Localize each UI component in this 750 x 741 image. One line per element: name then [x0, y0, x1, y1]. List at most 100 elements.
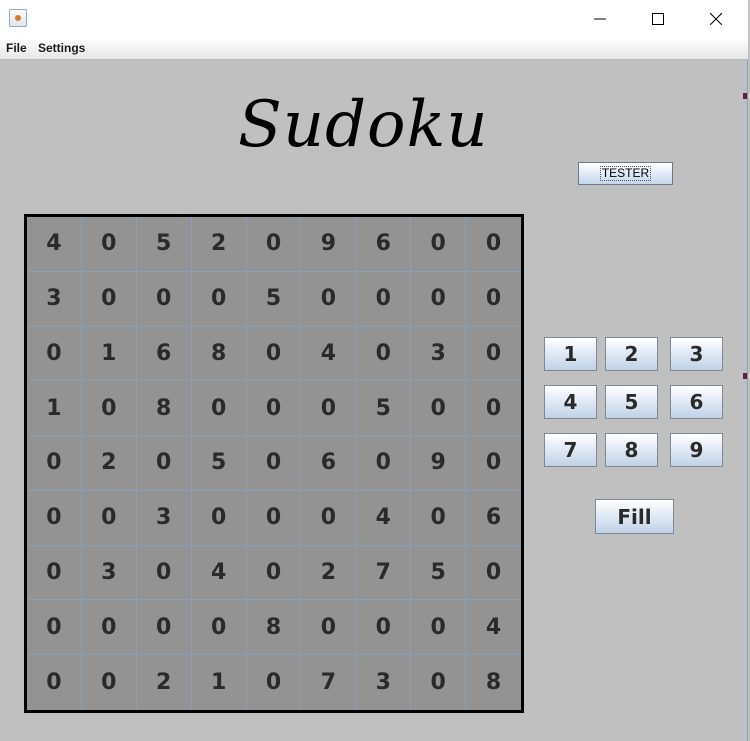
- board-cell[interactable]: 4: [466, 600, 521, 656]
- board-cell[interactable]: 0: [411, 655, 467, 710]
- board-cell[interactable]: 0: [246, 217, 302, 272]
- board-cell[interactable]: 0: [81, 381, 137, 437]
- board-cell[interactable]: 0: [81, 490, 137, 546]
- board-cell[interactable]: 6: [466, 491, 521, 546]
- board-cell[interactable]: 0: [191, 381, 247, 437]
- board-cell[interactable]: 4: [27, 217, 82, 272]
- board-cell[interactable]: 5: [191, 436, 247, 491]
- board-cell[interactable]: 4: [301, 326, 357, 382]
- board-cell[interactable]: 0: [411, 600, 467, 656]
- board-cell[interactable]: 0: [301, 490, 357, 546]
- board-cell[interactable]: 0: [27, 655, 82, 710]
- board-cell[interactable]: 0: [466, 217, 521, 272]
- board-cell[interactable]: 0: [246, 326, 302, 382]
- maximize-button[interactable]: [629, 0, 687, 38]
- number-button[interactable]: 4: [544, 385, 597, 419]
- board-cell[interactable]: 1: [27, 381, 82, 437]
- board-cell[interactable]: 5: [356, 381, 412, 437]
- board-cell[interactable]: 0: [466, 436, 521, 491]
- board-cell[interactable]: 1: [81, 326, 137, 382]
- board-cell[interactable]: 0: [191, 490, 247, 546]
- board-cell[interactable]: 0: [136, 545, 192, 601]
- board-cell[interactable]: 0: [356, 326, 412, 382]
- board-cell[interactable]: 0: [356, 436, 412, 491]
- board-cell[interactable]: 0: [81, 271, 137, 327]
- board-cell[interactable]: 0: [246, 545, 302, 601]
- board-cell[interactable]: 0: [82, 655, 137, 710]
- board-cell[interactable]: 5: [136, 217, 192, 272]
- board-cell[interactable]: 0: [466, 327, 521, 382]
- maximize-icon: [652, 13, 664, 25]
- board-cell[interactable]: 0: [27, 545, 82, 601]
- board-cell[interactable]: 0: [411, 490, 467, 546]
- board-cell[interactable]: 9: [301, 217, 357, 272]
- board-cell[interactable]: 0: [466, 381, 521, 437]
- board-cell[interactable]: 0: [356, 271, 412, 327]
- board-cell[interactable]: 0: [301, 271, 357, 327]
- board-cell[interactable]: 3: [356, 655, 412, 710]
- board-cell[interactable]: 7: [301, 655, 357, 710]
- board-cell[interactable]: 0: [27, 600, 82, 656]
- page-title: Sudoku: [238, 88, 489, 162]
- board-cell[interactable]: 0: [411, 271, 467, 327]
- board-cell[interactable]: 0: [246, 381, 302, 437]
- fill-button[interactable]: Fill: [595, 499, 674, 534]
- java-icon[interactable]: [9, 9, 27, 27]
- board-cell[interactable]: 0: [301, 600, 357, 656]
- board-cell[interactable]: 0: [27, 326, 82, 382]
- board-cell[interactable]: 8: [136, 381, 192, 437]
- board-cell[interactable]: 0: [136, 271, 192, 327]
- board-cell[interactable]: 0: [81, 600, 137, 656]
- number-button[interactable]: 3: [670, 337, 723, 371]
- board-cell[interactable]: 8: [466, 655, 521, 710]
- close-button[interactable]: [687, 0, 745, 38]
- board-cell[interactable]: 0: [27, 436, 82, 491]
- board-cell[interactable]: 5: [411, 545, 467, 601]
- board-cell[interactable]: 8: [246, 600, 302, 656]
- board-cell[interactable]: 0: [81, 217, 137, 272]
- board-cell[interactable]: 1: [192, 655, 247, 710]
- number-button[interactable]: 7: [544, 433, 597, 467]
- board-cell[interactable]: 0: [191, 600, 247, 656]
- board-cell[interactable]: 0: [136, 600, 192, 656]
- board-cell[interactable]: 6: [136, 326, 192, 382]
- number-button[interactable]: 8: [605, 433, 658, 467]
- minimize-button[interactable]: [571, 0, 629, 38]
- menu-settings[interactable]: Settings: [38, 41, 85, 55]
- board-cell[interactable]: 2: [301, 545, 357, 601]
- board-cell[interactable]: 8: [191, 326, 247, 382]
- board-cell[interactable]: 2: [81, 436, 137, 491]
- board-cell[interactable]: 3: [81, 545, 137, 601]
- board-cell[interactable]: 0: [301, 381, 357, 437]
- board-cell[interactable]: 0: [136, 436, 192, 491]
- board-cell[interactable]: 4: [356, 490, 412, 546]
- board-cell[interactable]: 7: [356, 545, 412, 601]
- menu-file[interactable]: File: [6, 41, 27, 55]
- board-cell[interactable]: 3: [27, 271, 82, 327]
- board-cell[interactable]: 2: [137, 655, 192, 710]
- board-cell[interactable]: 3: [411, 326, 467, 382]
- board-cell[interactable]: 3: [136, 490, 192, 546]
- board-cell[interactable]: 0: [356, 600, 412, 656]
- tester-button[interactable]: TESTER: [578, 162, 673, 185]
- number-button[interactable]: 2: [605, 337, 658, 371]
- board-cell[interactable]: 5: [246, 271, 302, 327]
- board-cell[interactable]: 6: [301, 436, 357, 491]
- board-cell[interactable]: 0: [191, 271, 247, 327]
- board-cell[interactable]: 0: [411, 217, 467, 272]
- board-cell[interactable]: 0: [466, 546, 521, 601]
- board-cell[interactable]: 0: [246, 436, 302, 491]
- number-button[interactable]: 1: [544, 337, 597, 371]
- board-cell[interactable]: 6: [356, 217, 412, 272]
- board-cell[interactable]: 0: [27, 490, 82, 546]
- number-button[interactable]: 5: [605, 385, 658, 419]
- number-button[interactable]: 9: [670, 433, 723, 467]
- board-cell[interactable]: 2: [191, 217, 247, 272]
- board-cell[interactable]: 4: [191, 545, 247, 601]
- board-cell[interactable]: 0: [247, 655, 302, 710]
- board-cell[interactable]: 9: [411, 436, 467, 491]
- number-button[interactable]: 6: [670, 385, 723, 419]
- board-cell[interactable]: 0: [246, 490, 302, 546]
- board-cell[interactable]: 0: [411, 381, 467, 437]
- board-cell[interactable]: 0: [466, 272, 521, 327]
